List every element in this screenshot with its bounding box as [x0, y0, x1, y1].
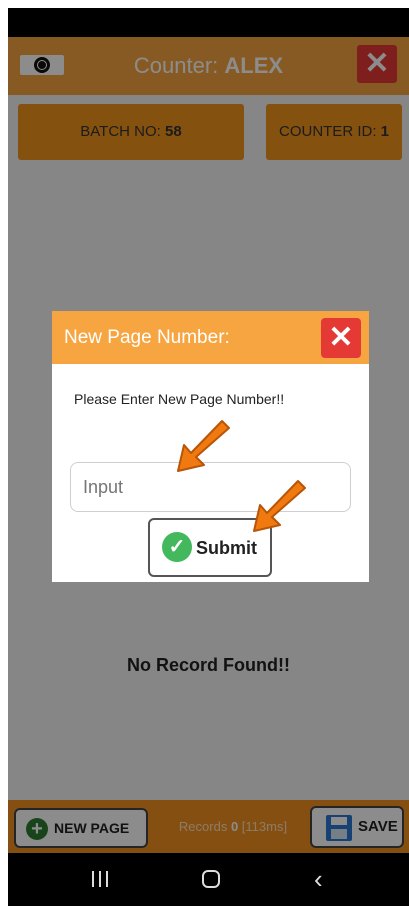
dialog-title: New Page Number:	[64, 327, 230, 348]
system-nav-bar: ‹	[8, 853, 409, 906]
back-icon[interactable]: ‹	[314, 865, 323, 893]
dialog-close-button[interactable]: ✕	[321, 318, 361, 358]
arrow-annotation-icon	[177, 420, 230, 472]
arrow-annotation-icon	[253, 480, 306, 532]
dialog-header: New Page Number: ✕	[52, 311, 369, 364]
close-icon: ✕	[328, 321, 354, 354]
check-icon: ✓	[162, 532, 192, 562]
home-icon[interactable]	[202, 870, 220, 888]
recents-icon[interactable]	[90, 869, 110, 889]
status-bar	[8, 8, 409, 37]
dialog-message: Please Enter New Page Number!!	[74, 391, 285, 407]
